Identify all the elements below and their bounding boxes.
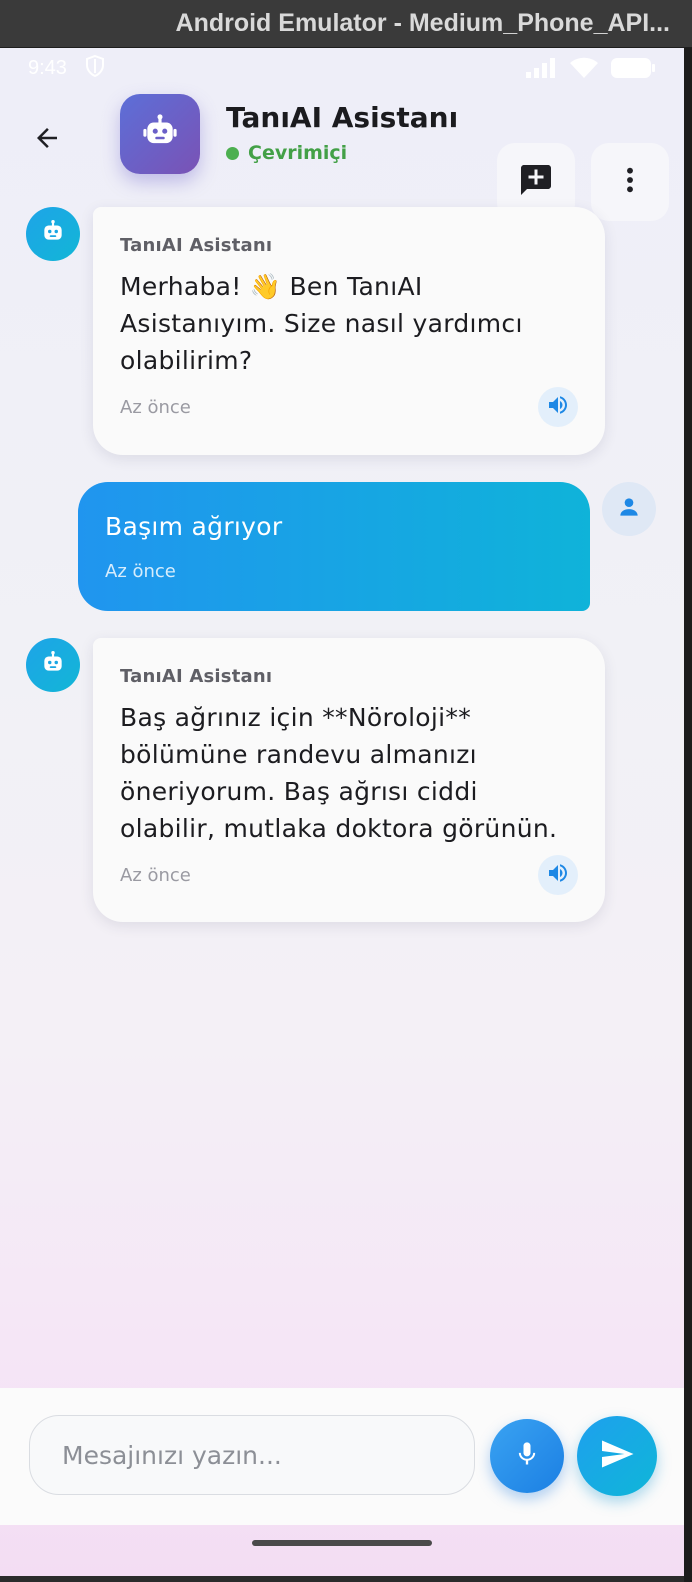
add-chat-icon xyxy=(518,162,554,202)
page-title: TanıAI Asistanı xyxy=(226,101,459,134)
message-sender: TanıAI Asistanı xyxy=(120,666,273,687)
bot-avatar xyxy=(26,207,80,261)
assistant-avatar xyxy=(120,94,200,174)
signal-icon xyxy=(526,58,558,78)
more-options-button[interactable] xyxy=(591,143,669,221)
battery-icon xyxy=(610,57,656,79)
shield-icon xyxy=(85,54,105,82)
bot-avatar xyxy=(26,638,80,692)
robot-icon xyxy=(141,113,179,155)
composer-bar xyxy=(0,1388,684,1525)
status-bar: 9:43 xyxy=(0,48,684,88)
message-text: Baş ağrınız için **Nöroloji** bölümüne r… xyxy=(120,703,558,843)
phone-screen: 9:43 TanıAI Asistanı Çevrimiçi TanıAI As… xyxy=(0,48,684,1576)
message-input[interactable] xyxy=(29,1415,475,1495)
more-vert-icon xyxy=(614,164,646,200)
online-status-label: Çevrimiçi xyxy=(248,142,348,164)
user-avatar xyxy=(602,482,656,536)
send-icon xyxy=(599,1436,635,1476)
wifi-icon xyxy=(570,57,598,79)
mic-button[interactable] xyxy=(490,1419,564,1493)
message-time: Az önce xyxy=(120,397,191,418)
arrow-back-icon xyxy=(32,123,62,157)
mic-icon xyxy=(513,1440,541,1472)
message-sender: TanıAI Asistanı xyxy=(120,235,273,256)
robot-icon xyxy=(40,219,66,249)
bot-message-bubble: TanıAI Asistanı Baş ağrınız için **Nörol… xyxy=(93,638,605,922)
speak-button[interactable] xyxy=(538,855,578,895)
speak-button[interactable] xyxy=(538,387,578,427)
user-message-bubble: Başım ağrıyor Az önce xyxy=(78,482,590,611)
device-frame-edge xyxy=(684,48,692,1582)
volume-up-icon xyxy=(546,861,570,889)
message-time: Az önce xyxy=(105,561,176,582)
volume-up-icon xyxy=(546,393,570,421)
online-dot xyxy=(226,146,239,160)
back-button[interactable] xyxy=(20,113,74,167)
bot-message-bubble: TanıAI Asistanı Merhaba! 👋 Ben TanıAI As… xyxy=(93,207,605,455)
person-icon xyxy=(616,494,642,524)
robot-icon xyxy=(40,650,66,680)
home-indicator[interactable] xyxy=(252,1540,432,1546)
message-time: Az önce xyxy=(120,865,191,886)
message-text: Merhaba! 👋 Ben TanıAI Asistanıyım. Size … xyxy=(120,272,523,375)
message-text: Başım ağrıyor xyxy=(105,512,283,541)
window-titlebar: Android Emulator - Medium_Phone_API... xyxy=(0,0,692,48)
send-button[interactable] xyxy=(577,1416,657,1496)
status-time: 9:43 xyxy=(28,56,67,79)
window-title: Android Emulator - Medium_Phone_API... xyxy=(175,9,670,37)
online-status: Çevrimiçi xyxy=(226,142,347,164)
